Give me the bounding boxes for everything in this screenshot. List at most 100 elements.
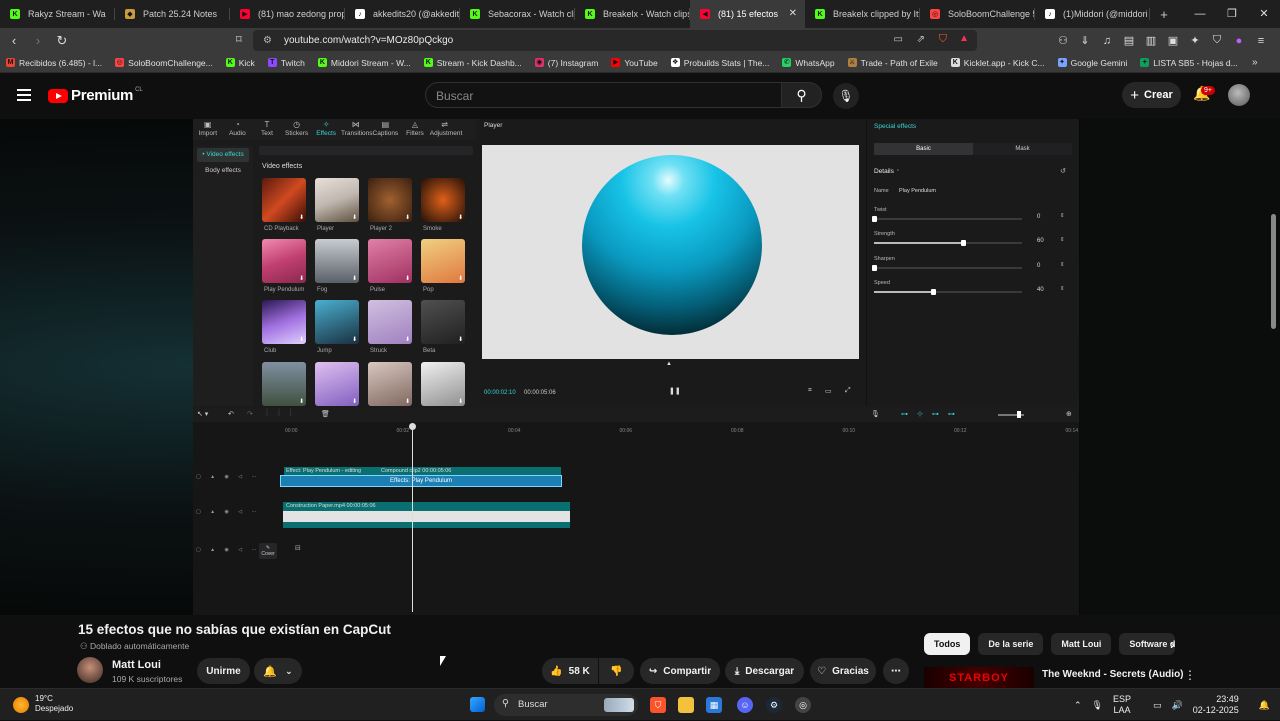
forward-icon[interactable]: › [28, 33, 48, 48]
effect-thumbnail: ⬇ [421, 300, 465, 344]
bookmark-item[interactable]: K Kicklet.app - Kick C... [950, 58, 1045, 68]
bookmark-item[interactable]: K Kick [225, 58, 255, 68]
bookmark-item[interactable]: K Middori Stream - W... [317, 58, 411, 68]
url-bar[interactable]: ⚙ youtube.com/watch?v=MOz80pQckgo ▭ ⇗ ⛉ … [253, 30, 977, 51]
bookmark-item[interactable]: ▶ YouTube [611, 58, 658, 68]
music-icon[interactable]: ♫ [1096, 35, 1118, 47]
download-button[interactable]: ⤓ Descargar [725, 658, 804, 684]
network-icon[interactable]: ▭ [1153, 700, 1162, 711]
more-bookmarks-icon[interactable]: » [1252, 57, 1258, 68]
input-language[interactable]: ESP LAA [1113, 694, 1141, 716]
search-button[interactable]: ⚲ [781, 82, 822, 108]
cast-icon[interactable]: ▭ [894, 34, 903, 45]
brave-browser-icon[interactable]: ⛉ [650, 697, 666, 713]
browser-tab[interactable]: K Breakelx clipped by Itt [805, 0, 920, 28]
wallet-icon[interactable]: ▣ [1162, 34, 1184, 47]
sidebar-icon[interactable]: ▥ [1140, 34, 1162, 47]
browser-tab[interactable]: ◀ (81) 15 efectos ✕ [690, 0, 805, 28]
share-button[interactable]: ↪ Compartir [640, 658, 720, 684]
browser-tab[interactable]: ▶ (81) mao zedong prop [230, 0, 345, 28]
discord-icon[interactable]: ☺ [737, 697, 753, 713]
brave-shield-icon[interactable]: ⛉ [939, 33, 947, 46]
search-input[interactable]: Buscar [425, 82, 783, 108]
site-info-icon[interactable]: ⚙ [263, 35, 272, 46]
subscribed-bell-button[interactable]: 🔔 ⌄ [254, 658, 302, 684]
new-tab-button[interactable]: + [1152, 7, 1176, 22]
app-tray-icon[interactable]: ◎ [795, 697, 811, 713]
bookmark-item[interactable]: ❖ Probuilds Stats | The... [670, 58, 769, 68]
create-button[interactable]: + Crear [1122, 82, 1181, 108]
browser-tab[interactable]: K Breakelx - Watch clips [575, 0, 690, 28]
taskbar-search[interactable]: ⚲ Buscar [494, 694, 638, 716]
thanks-button[interactable]: ♡ Gracias [810, 658, 876, 684]
filter-chip[interactable]: Todos [924, 633, 971, 655]
tab-close-icon[interactable]: ✕ [789, 8, 797, 19]
notification-center-icon[interactable]: 🔔 [1259, 700, 1270, 711]
profile-icon[interactable]: ● [1228, 35, 1250, 47]
extension-icon[interactable]: ⚇ [1052, 34, 1074, 47]
bookmark-item[interactable]: ✦ Google Gemini [1057, 58, 1127, 68]
filter-chip[interactable]: Matt Loui [1051, 633, 1112, 655]
maximize-icon[interactable]: ❐ [1216, 0, 1248, 28]
bookmark-item[interactable]: ◎ SoloBoomChallenge... [115, 58, 213, 68]
bookmark-item[interactable]: ◉ (7) Instagram [534, 58, 598, 68]
recommended-menu-icon[interactable]: ⋮ [1184, 668, 1196, 682]
youtube-premium-logo[interactable]: Premium CL [48, 87, 143, 104]
bookmark-item[interactable]: ⚔ Trade - Path of Exile [847, 58, 938, 68]
filter-chip[interactable]: Software de [1119, 633, 1176, 655]
account-avatar[interactable] [1228, 84, 1250, 106]
capcut-tool-transitions: ⋈ Transitions [341, 119, 373, 140]
clock-time: 23:49 [1216, 694, 1239, 704]
browser-tab[interactable]: ♪ (1)Middori (@middori [1035, 0, 1150, 28]
close-window-icon[interactable]: ✕ [1248, 0, 1280, 28]
join-button[interactable]: Unirme [197, 658, 250, 684]
more-actions-button[interactable]: ⋯ [883, 658, 909, 684]
bookmark-page-icon[interactable]: ⌑ [236, 33, 242, 46]
browser-tab[interactable]: K Sebacorax - Watch clip [460, 0, 575, 28]
channel-name[interactable]: Matt Loui [112, 659, 161, 671]
browser-tab[interactable]: ◆ Patch 25.24 Notes [115, 0, 230, 28]
vpn-icon[interactable]: ⛉ [1206, 34, 1228, 47]
browser-tab[interactable]: ♪ akkedits20 (@akkedits [345, 0, 460, 28]
channel-avatar[interactable] [77, 657, 103, 683]
video-title: 15 efectos que no sabías que existían en… [78, 622, 391, 637]
back-icon[interactable]: ‹ [4, 33, 24, 48]
minimize-icon[interactable]: — [1184, 0, 1216, 28]
tray-expand-icon[interactable]: ⌃ [1074, 700, 1082, 711]
recommended-title[interactable]: The Weeknd - Secrets (Audio) [1042, 669, 1184, 680]
bookmark-item[interactable]: K Stream - Kick Dashb... [423, 58, 522, 68]
clock[interactable]: 23:49 02-12-2025 [1193, 694, 1249, 716]
brave-rewards-icon[interactable]: ▲ [959, 33, 969, 44]
tray-mic-icon[interactable]: 🎙 [1092, 700, 1103, 711]
voice-search-button[interactable]: 🎙 [833, 83, 859, 109]
leo-ai-icon[interactable]: ✦ [1184, 34, 1206, 47]
volume-icon[interactable]: 🔊 [1172, 700, 1183, 711]
dub-text: Doblado automáticamente [90, 641, 190, 651]
capcut-tool-import: ▣ Import [193, 119, 223, 140]
reading-list-icon[interactable]: ▤ [1118, 34, 1140, 47]
browser-tab[interactable]: ◎ SoloBoomChallenge 5 [920, 0, 1035, 28]
menu-icon[interactable]: ≡ [1250, 35, 1272, 47]
recommended-thumbnail[interactable]: STARBOY [924, 667, 1034, 689]
menu-hamburger-icon[interactable] [17, 89, 31, 101]
filter-chip[interactable]: De la serie [978, 633, 1044, 655]
steam-icon[interactable]: ⚙ [766, 697, 782, 713]
bookmark-item[interactable]: M Recibidos (6.485) - l... [6, 58, 102, 68]
like-button[interactable]: 👍 58 K [542, 658, 598, 684]
browser-tab[interactable]: K Rakyz Stream - Wa [0, 0, 115, 28]
bookmark-item[interactable]: ✆ WhatsApp [782, 58, 835, 68]
microsoft-store-icon[interactable]: ▦ [706, 697, 722, 713]
file-explorer-icon[interactable] [678, 697, 694, 713]
download-icon[interactable]: ⇓ [1074, 34, 1096, 47]
share-page-icon[interactable]: ⇗ [917, 34, 925, 45]
video-player[interactable]: ▣ Import ◔ Audio T Text ◷ Stickers ✧ Effects ⋈ Tran… [0, 119, 1280, 615]
capcut-tool-icon: ⋈ [351, 120, 360, 129]
bookmark-item[interactable]: T Twitch [267, 58, 305, 68]
page-scrollbar[interactable] [1271, 214, 1276, 329]
windows-start-icon[interactable] [470, 697, 485, 712]
reload-icon[interactable]: ↻ [52, 33, 72, 49]
bookmark-item[interactable]: + LISTA SB5 - Hojas d... [1140, 58, 1238, 68]
chips-next-icon[interactable]: › [1170, 636, 1175, 652]
dislike-button[interactable]: 👎 [599, 658, 634, 684]
weather-widget[interactable]: 19°C Despejado [13, 694, 73, 714]
